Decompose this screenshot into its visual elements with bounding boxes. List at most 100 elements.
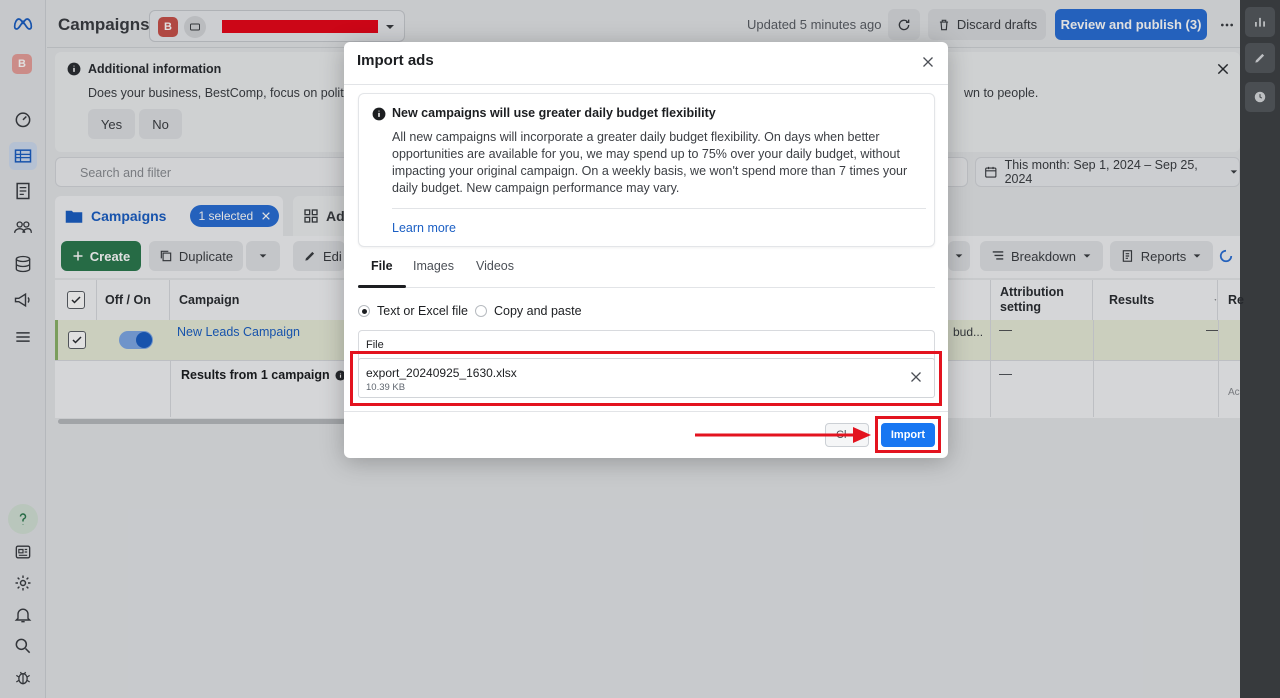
create-label: Create <box>89 248 131 264</box>
history-clock-icon[interactable] <box>1245 82 1275 112</box>
settings-gear-icon[interactable] <box>9 569 37 597</box>
menu-icon[interactable] <box>9 323 37 351</box>
column-divider <box>1093 361 1094 417</box>
active-tab-indicator <box>358 285 406 288</box>
date-range-picker[interactable]: This month: Sep 1, 2024 – Sep 25, 2024 <box>975 157 1240 187</box>
column-divider <box>170 361 171 417</box>
duplicate-dropdown-button[interactable] <box>246 241 280 271</box>
header-select-all[interactable] <box>55 280 97 320</box>
edit-pencil-icon[interactable] <box>1245 43 1275 73</box>
column-divider <box>990 361 991 417</box>
duplicate-button[interactable]: Duplicate <box>149 241 243 271</box>
account-selector[interactable]: B <box>149 10 405 42</box>
budget-cell: bud... <box>953 325 984 339</box>
radio-selected-indicator <box>358 305 370 317</box>
left-nav: B <box>0 0 46 698</box>
audiences-icon[interactable] <box>9 213 37 241</box>
redacted-account-name <box>222 20 378 33</box>
tab-images[interactable]: Images <box>413 259 454 273</box>
tab-file[interactable]: File <box>371 259 393 273</box>
header-off-on[interactable]: Off / On <box>97 280 170 320</box>
top-bar: Campaigns B Updated 5 minutes ago Discar… <box>47 0 1240 48</box>
header-reach[interactable]: Re <box>1218 280 1244 320</box>
chevron-down-icon <box>259 254 267 258</box>
no-button[interactable]: No <box>139 109 182 139</box>
grid-icon <box>304 209 318 223</box>
updated-status: Updated 5 minutes ago <box>747 17 882 32</box>
banner-text-end: wn to people. <box>964 86 1039 100</box>
banner-title: Additional information <box>88 62 222 76</box>
refresh-button[interactable] <box>888 9 920 40</box>
sort-chevron-icon <box>1214 299 1217 301</box>
reports-button[interactable]: Reports <box>1110 241 1213 271</box>
check-icon <box>72 336 82 344</box>
breakdown-button[interactable]: Breakdown <box>980 241 1103 271</box>
tab-ads-label: Ad <box>326 208 345 224</box>
row-checkbox[interactable] <box>68 331 86 349</box>
dialog-close-button[interactable] <box>918 52 938 72</box>
search-icon[interactable] <box>9 632 37 660</box>
radio-copy-paste[interactable]: Copy and paste <box>475 304 582 318</box>
notice-body: All new campaigns will incorporate a gre… <box>392 130 908 195</box>
loading-spinner-icon <box>1219 249 1233 263</box>
radio-indicator <box>475 305 487 317</box>
notice-title: New campaigns will use greater daily bud… <box>392 106 716 120</box>
edit-pencil-icon <box>305 251 315 261</box>
horizontal-scrollbar[interactable] <box>58 419 348 424</box>
summary-label: Results from 1 campaign <box>181 368 346 382</box>
close-icon[interactable] <box>1216 62 1230 76</box>
radio-text-excel-file[interactable]: Text or Excel file <box>358 304 468 318</box>
learn-more-link[interactable]: Learn more <box>392 221 456 235</box>
radio-paste-label: Copy and paste <box>494 304 582 318</box>
dashboard-icon[interactable] <box>9 105 37 133</box>
duplicate-label: Duplicate <box>178 248 234 264</box>
header-attribution[interactable]: Attribution setting <box>990 280 1093 320</box>
plus-icon <box>73 251 83 261</box>
help-icon[interactable] <box>8 504 38 534</box>
meta-logo-icon[interactable] <box>9 10 37 38</box>
search-placeholder: Search and filter <box>80 166 172 180</box>
close-icon <box>923 57 933 67</box>
folder-icon <box>65 210 83 223</box>
tab-campaigns[interactable]: Campaigns 1 selected <box>55 196 283 236</box>
column-divider <box>1218 361 1219 417</box>
tab-videos[interactable]: Videos <box>476 259 514 273</box>
ads-manager-table-icon[interactable] <box>9 142 37 170</box>
megaphone-icon[interactable] <box>9 286 37 314</box>
create-button[interactable]: Create <box>61 241 141 271</box>
budget-flexibility-notice: New campaigns will use greater daily bud… <box>358 93 935 247</box>
charts-icon[interactable] <box>1245 7 1275 37</box>
chevron-down-icon <box>955 254 963 258</box>
banner-text: Does your business, BestComp, focus on p… <box>88 86 353 100</box>
reports-icon <box>1122 250 1132 262</box>
column-divider <box>1093 320 1094 360</box>
breakdown-label: Breakdown <box>1010 248 1077 264</box>
campaign-name-link[interactable]: New Leads Campaign <box>177 325 300 339</box>
notifications-bell-icon[interactable] <box>9 601 37 629</box>
account-avatar[interactable]: B <box>12 54 32 74</box>
more-dropdown-button[interactable] <box>948 241 970 271</box>
file-label: File <box>366 339 384 351</box>
discard-drafts-button[interactable]: Discard drafts <box>928 9 1046 40</box>
pages-icon[interactable] <box>9 177 37 205</box>
radio-file-label: Text or Excel file <box>377 304 469 318</box>
calendar-icon <box>985 166 997 178</box>
yes-button[interactable]: Yes <box>88 109 135 139</box>
bug-report-icon[interactable] <box>9 663 37 691</box>
more-options-button[interactable] <box>1215 9 1239 40</box>
summary-attribution-cell: — <box>999 366 1012 381</box>
header-results[interactable]: Results <box>1093 280 1218 320</box>
attribution-cell: — <box>999 322 1012 337</box>
column-divider <box>1218 320 1219 360</box>
billing-icon[interactable] <box>9 250 37 278</box>
news-icon[interactable] <box>9 538 37 566</box>
chevron-down-icon <box>386 25 394 29</box>
select-all-checkbox[interactable] <box>66 291 85 309</box>
edit-button[interactable]: Edi <box>293 241 345 271</box>
clear-selection-icon[interactable] <box>261 211 271 221</box>
chevron-down-icon <box>1083 254 1091 258</box>
summary-reach-cell: Ac <box>1228 387 1240 398</box>
selected-count-pill[interactable]: 1 selected <box>190 205 280 227</box>
campaign-on-off-toggle[interactable] <box>119 331 153 349</box>
review-publish-button[interactable]: Review and publish (3) <box>1055 9 1207 40</box>
